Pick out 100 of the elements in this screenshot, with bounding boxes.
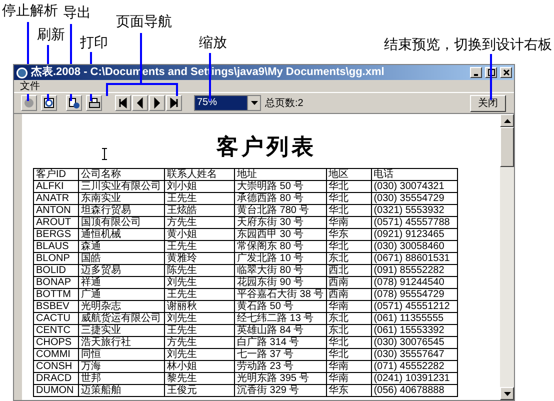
table-cell: BLONP [34, 252, 78, 264]
table-cell: 华南 [326, 300, 372, 312]
report-title: 客户列表 [216, 134, 316, 160]
table-cell: 林小姐 [164, 360, 234, 372]
table-cell: 常保阁东 80 号 [234, 240, 326, 252]
table-cell: 黄雅玲 [164, 252, 234, 264]
table-cell: 承德西路 80 号 [234, 192, 326, 204]
table-cell: 西北 [326, 264, 372, 276]
table-cell: 东园西甲 30 号 [234, 228, 326, 240]
table-cell: 大崇明路 50 号 [234, 180, 326, 192]
table-cell: 王先生 [164, 192, 234, 204]
table-cell: 威航货运有限公司 [78, 312, 164, 324]
table-cell: 王先生 [164, 288, 234, 300]
table-cell: (0571) 45551212 [371, 300, 458, 312]
zoom-select[interactable]: 75% [194, 95, 261, 111]
table-cell: 黄小姐 [164, 228, 234, 240]
table-cell: (056) 40678888 [371, 384, 458, 396]
table-cell: 华北 [326, 348, 372, 360]
menu-item[interactable]: 文件 [20, 80, 40, 92]
table-cell: 沉香街 329 号 [234, 384, 326, 396]
table-cell: 三川实业有限公司 [78, 180, 164, 192]
table-cell: (0321) 5553932 [371, 204, 458, 216]
table-cell: 东南实业 [78, 192, 164, 204]
table-cell: 花园东街 90 号 [234, 276, 326, 288]
table-cell: 华北 [326, 336, 372, 348]
table-cell: 通恒机械 [78, 228, 164, 240]
table-cell: 东北 [326, 252, 372, 264]
annotation-label: 缩放 [199, 34, 227, 50]
table-cell: 王先生 [164, 240, 234, 252]
table-cell: 华南 [326, 360, 372, 372]
annotation-label: 停止解析 [2, 2, 58, 18]
table-cell: 王炫皓 [164, 204, 234, 216]
table-cell: BLAUS [34, 240, 78, 252]
table-cell: 坦森行贸易 [78, 204, 164, 216]
table-cell: 黄台北路 780 号 [234, 204, 326, 216]
table-cell: 平谷嘉石大街 38 号 [234, 288, 326, 300]
table-cell: 华北 [326, 240, 372, 252]
table-cell: 万海 [78, 360, 164, 372]
table-cell: 方先生 [164, 216, 234, 228]
annotation-label: 结束预览，切换到设计右板 [384, 36, 552, 52]
column-header: 地区 [326, 168, 372, 180]
table-cell: 西南 [326, 288, 372, 300]
table-cell: 三捷实业 [78, 324, 164, 336]
table-cell: 黎先生 [164, 372, 234, 384]
table-cell: 刘先生 [164, 312, 234, 324]
page-count: 总页数:2 [265, 96, 304, 110]
table-cell: 七一路 37 号 [234, 348, 326, 360]
table-cell: 同恒 [78, 348, 164, 360]
table-cell: (061) 11355555 [371, 312, 458, 324]
table-cell: 华东 [326, 228, 372, 240]
annotation-label: 页面导航 [116, 13, 172, 29]
table-cell: 华南 [326, 372, 372, 384]
table-cell: (091) 85552282 [371, 264, 458, 276]
column-header: 电话 [371, 168, 458, 180]
table-cell: AROUT [34, 216, 78, 228]
table-cell: 祥通 [78, 276, 164, 288]
table-cell: ANTON [34, 204, 78, 216]
table-cell: 劳动路 23 号 [234, 360, 326, 372]
table-cell: 经七纬二路 13 号 [234, 312, 326, 324]
table-cell: 东北 [326, 324, 372, 336]
table-cell: (0241) 10391231 [371, 372, 458, 384]
table-cell: 广发北路 10 号 [234, 252, 326, 264]
table-cell: 刘先生 [164, 276, 234, 288]
table-cell: 陈先生 [164, 264, 234, 276]
table-cell: 方先生 [164, 336, 234, 348]
table-cell: BERGS [34, 228, 78, 240]
table-cell: CACTU [34, 312, 78, 324]
table-cell: BONAP [34, 276, 78, 288]
table-cell: BOTTM [34, 288, 78, 300]
column-header: 地址 [234, 168, 326, 180]
column-header: 公司名称 [78, 168, 164, 180]
table-cell: 华北 [326, 192, 372, 204]
table-cell: 白广路 314 号 [234, 336, 326, 348]
table-cell: 东北 [326, 312, 372, 324]
table-cell: BSBEV [34, 300, 78, 312]
table-cell: (071) 45552282 [371, 360, 458, 372]
column-header: 客户ID [34, 168, 78, 180]
table-cell: (030) 35554729 [371, 192, 458, 204]
table-cell: (030) 30058460 [371, 240, 458, 252]
table-cell: (078) 95554729 [371, 288, 458, 300]
table-cell: 迈策船舶 [78, 384, 164, 396]
table-cell: 迈多贸易 [78, 264, 164, 276]
table-cell: CHOPS [34, 336, 78, 348]
table-cell: 华北 [326, 180, 372, 192]
table-cell: (0671) 88601531 [371, 252, 458, 264]
annotation-label: 打印 [80, 34, 108, 50]
table-cell: CENTC [34, 324, 78, 336]
table-cell: 世邦 [78, 372, 164, 384]
table-cell: (030) 30076545 [371, 336, 458, 348]
annotation-label: 导出 [63, 4, 91, 20]
annotation-label: 刷新 [37, 26, 65, 42]
table-cell: COMMI [34, 348, 78, 360]
table-cell: 浩天旅行社 [78, 336, 164, 348]
table-cell: 华东 [326, 384, 372, 396]
table-cell: 西南 [326, 276, 372, 288]
table-cell: 刘先生 [164, 348, 234, 360]
table-cell: 王俊元 [164, 384, 234, 396]
table-cell: 谢丽秋 [164, 300, 234, 312]
table-cell: 临翠大街 80 号 [234, 264, 326, 276]
table-cell: DUMON [34, 384, 78, 396]
